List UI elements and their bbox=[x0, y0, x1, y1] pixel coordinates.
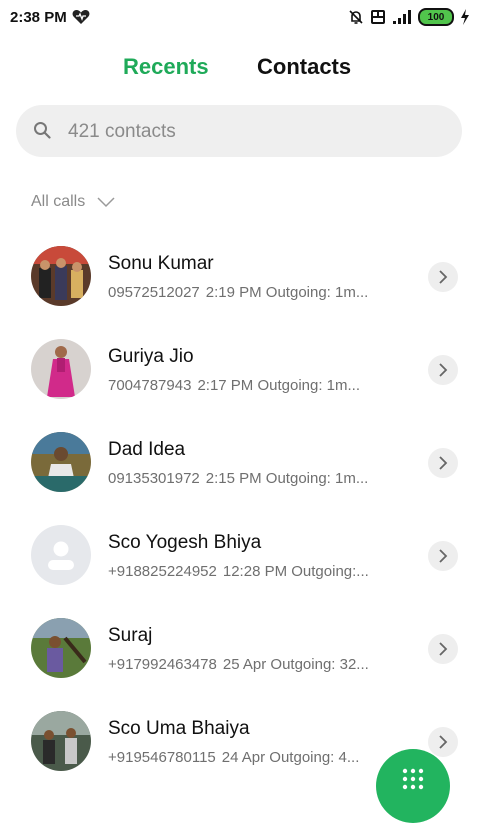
chevron-right-icon bbox=[439, 549, 448, 563]
contact-name: Suraj bbox=[108, 625, 153, 646]
recent-calls-list: Sonu Kumar 09572512027 2:19 PM Outgoing: … bbox=[0, 232, 478, 790]
call-item[interactable]: Sonu Kumar 09572512027 2:19 PM Outgoing: … bbox=[0, 232, 478, 325]
chevron-right-icon bbox=[439, 735, 448, 749]
phone-number: +917992463478 bbox=[108, 656, 217, 673]
avatar bbox=[31, 339, 91, 399]
search-input[interactable] bbox=[66, 118, 430, 146]
phone-number: 09135301972 bbox=[108, 470, 200, 487]
call-info: 24 Apr Outgoing: 4... bbox=[221, 749, 360, 766]
avatar bbox=[31, 711, 91, 771]
alarm-off-icon bbox=[349, 10, 363, 24]
chevron-right-icon bbox=[439, 642, 448, 656]
call-info: 2:17 PM Outgoing: 1m... bbox=[197, 377, 361, 394]
battery-icon: 100 bbox=[418, 8, 454, 26]
call-filter-label: All calls bbox=[31, 193, 86, 210]
call-detail: +917992463478 25 Apr Outgoing: 32... bbox=[108, 656, 369, 673]
call-info: 2:15 PM Outgoing: 1m... bbox=[205, 470, 369, 487]
call-detail: +918825224952 12:28 PM Outgoing:... bbox=[108, 563, 369, 580]
search-icon bbox=[34, 122, 51, 139]
charging-icon bbox=[461, 9, 469, 25]
avatar bbox=[31, 246, 91, 306]
dialpad-icon bbox=[402, 768, 424, 790]
call-item[interactable]: Dad Idea 09135301972 2:15 PM Outgoing: 1m… bbox=[0, 418, 478, 511]
contact-details-button[interactable] bbox=[428, 355, 458, 385]
status-bar: 2:38 PM 100 bbox=[0, 0, 478, 34]
call-item[interactable]: Guriya Jio 7004787943 2:17 PM Outgoing: 1… bbox=[0, 325, 478, 418]
dialpad-button[interactable] bbox=[376, 749, 450, 823]
phone-number: +919546780115 bbox=[108, 749, 216, 766]
contact-name: Sonu Kumar bbox=[108, 253, 214, 274]
signal-icon bbox=[393, 10, 411, 24]
status-icons: 100 bbox=[348, 8, 470, 26]
call-item[interactable]: Sco Yogesh Bhiya +918825224952 12:28 PM O… bbox=[0, 511, 478, 604]
call-info: 25 Apr Outgoing: 32... bbox=[222, 656, 369, 673]
call-detail: 7004787943 2:17 PM Outgoing: 1m... bbox=[108, 377, 360, 394]
call-detail: 09572512027 2:19 PM Outgoing: 1m... bbox=[108, 284, 368, 301]
call-filter-dropdown[interactable]: All calls bbox=[31, 193, 115, 211]
contact-details-button[interactable] bbox=[428, 541, 458, 571]
heart-icon bbox=[72, 10, 90, 24]
avatar bbox=[31, 618, 91, 678]
contact-details-button[interactable] bbox=[428, 448, 458, 478]
chevron-down-icon bbox=[97, 197, 115, 208]
contact-name: Sco Uma Bhaiya bbox=[108, 718, 250, 739]
call-detail: 09135301972 2:15 PM Outgoing: 1m... bbox=[108, 470, 368, 487]
contact-details-button[interactable] bbox=[428, 727, 458, 757]
contact-name: Dad Idea bbox=[108, 439, 186, 460]
volte-icon bbox=[371, 10, 385, 24]
tab-bar: Recents Contacts bbox=[0, 54, 478, 88]
call-info: 12:28 PM Outgoing:... bbox=[222, 563, 369, 580]
status-time: 2:38 PM bbox=[10, 9, 67, 26]
chevron-right-icon bbox=[439, 270, 448, 284]
phone-number: +918825224952 bbox=[108, 563, 217, 580]
tab-contacts[interactable]: Contacts bbox=[257, 54, 351, 80]
avatar bbox=[31, 525, 91, 585]
call-detail: +919546780115 24 Apr Outgoing: 4... bbox=[108, 749, 359, 766]
contact-details-button[interactable] bbox=[428, 262, 458, 292]
phone-number: 09572512027 bbox=[108, 284, 200, 301]
tab-recents[interactable]: Recents bbox=[123, 54, 209, 80]
contact-name: Sco Yogesh Bhiya bbox=[108, 532, 262, 553]
call-item[interactable]: Suraj +917992463478 25 Apr Outgoing: 32..… bbox=[0, 604, 478, 697]
chevron-right-icon bbox=[439, 363, 448, 377]
avatar bbox=[31, 432, 91, 492]
call-info: 2:19 PM Outgoing: 1m... bbox=[205, 284, 369, 301]
contact-name: Guriya Jio bbox=[108, 346, 194, 367]
phone-number: 7004787943 bbox=[108, 377, 192, 394]
contact-details-button[interactable] bbox=[428, 634, 458, 664]
chevron-right-icon bbox=[439, 456, 448, 470]
